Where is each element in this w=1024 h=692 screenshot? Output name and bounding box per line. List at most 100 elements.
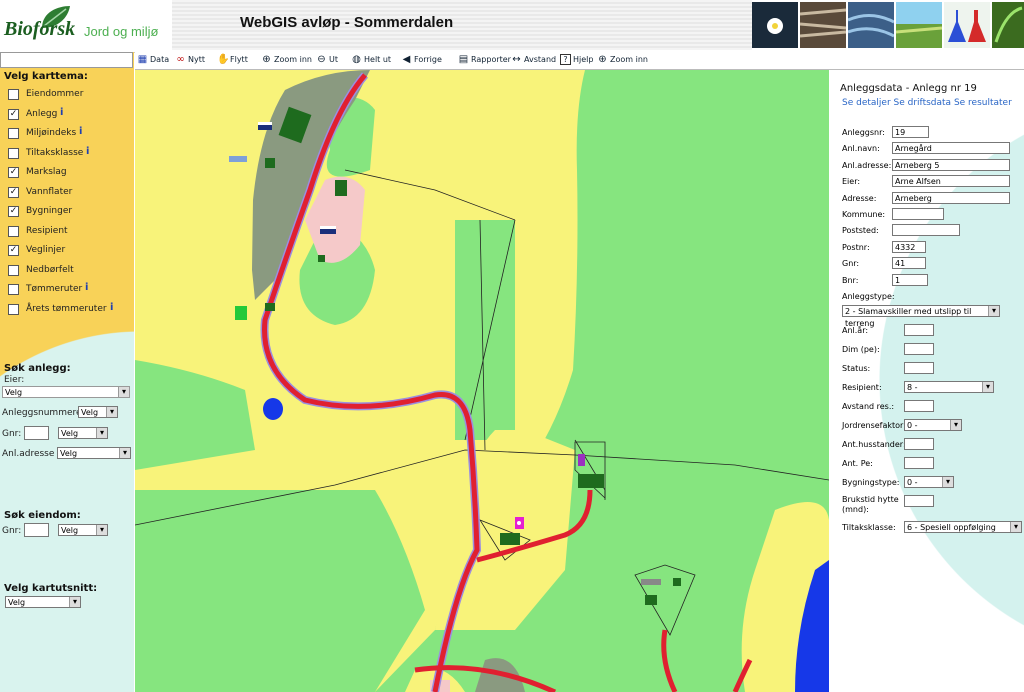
field-input[interactable]: 1 bbox=[892, 273, 928, 286]
type-label: Anleggstype: bbox=[842, 292, 895, 301]
building[interactable] bbox=[578, 474, 604, 488]
field-select[interactable]: 6 - Spesiell oppfølging bbox=[904, 521, 1022, 533]
type-select[interactable]: 2 - Slamavskiller med utslipp til terren… bbox=[842, 305, 1000, 328]
tool-label: Data bbox=[150, 55, 170, 64]
water-lily-photo-icon bbox=[752, 2, 798, 48]
tool-zoom-out-button[interactable]: ⊖ Ut bbox=[316, 54, 338, 65]
tool-label: Forrige bbox=[414, 55, 442, 64]
selected-facility-marker-icon[interactable] bbox=[515, 517, 524, 529]
theme-checkbox-markslag[interactable]: ✓ bbox=[8, 167, 19, 178]
field-label: Adresse: bbox=[842, 193, 877, 203]
field-input[interactable]: Arneberg 5 bbox=[892, 158, 1010, 171]
info-icon[interactable]: i bbox=[86, 146, 89, 157]
info-icon[interactable]: i bbox=[60, 107, 63, 118]
facility-marker-icon[interactable] bbox=[578, 454, 585, 466]
theme-checkbox-miljøindeks[interactable] bbox=[8, 128, 19, 139]
building[interactable] bbox=[500, 533, 520, 545]
gnr-select[interactable]: Velg bbox=[58, 427, 108, 439]
tool-report-button[interactable]: ▤ Rapporter bbox=[458, 54, 511, 65]
tool-pan-button[interactable]: ✋ Flytt bbox=[217, 54, 248, 65]
field-select[interactable]: 8 - bbox=[904, 381, 994, 393]
building[interactable] bbox=[335, 180, 347, 196]
theme-checkbox-bygninger[interactable]: ✓ bbox=[8, 206, 19, 217]
facility-marker-icon[interactable] bbox=[235, 306, 247, 320]
building[interactable] bbox=[318, 255, 325, 262]
info-icon[interactable]: i bbox=[85, 282, 88, 293]
property-gnr-input[interactable] bbox=[24, 523, 49, 537]
building[interactable] bbox=[645, 595, 657, 605]
building[interactable] bbox=[265, 158, 275, 168]
theme-checkbox-tiltaksklasse[interactable] bbox=[8, 147, 19, 159]
field-label: Anl.adresse: bbox=[842, 160, 892, 170]
tool-full-extent-button[interactable]: ◍ Helt ut bbox=[351, 54, 391, 65]
field-input[interactable] bbox=[904, 400, 934, 412]
theme-checkbox-eiendommer[interactable] bbox=[8, 89, 19, 100]
field-input[interactable] bbox=[904, 457, 934, 469]
tool-zoom-in-button[interactable]: ⊕ Zoom inn bbox=[261, 54, 312, 65]
field-input[interactable] bbox=[904, 343, 934, 355]
extent-select[interactable]: Velg bbox=[5, 596, 81, 608]
facility-number-select[interactable]: Velg bbox=[78, 406, 118, 418]
theme-checkbox-vannflater[interactable]: ✓ bbox=[8, 186, 19, 198]
gnr-input[interactable] bbox=[24, 426, 49, 440]
theme-label: Bygninger bbox=[26, 206, 73, 216]
themes-heading: Velg karttema: bbox=[4, 71, 88, 82]
tool-label: Helt ut bbox=[364, 55, 392, 64]
field-input[interactable] bbox=[892, 224, 960, 237]
tool-previous-button[interactable]: ◀ Forrige bbox=[401, 54, 442, 65]
link-results[interactable]: Se resultater bbox=[954, 98, 1012, 108]
owner-select[interactable]: Velg bbox=[2, 386, 130, 398]
app-header: Bioforsk Jord og miljø WebGIS avløp - So… bbox=[0, 0, 1024, 53]
facility-marker-icon[interactable] bbox=[229, 156, 247, 162]
field-input[interactable] bbox=[904, 495, 934, 507]
field-input[interactable]: 19 bbox=[892, 126, 929, 138]
info-icon[interactable]: i bbox=[110, 302, 113, 313]
field-input[interactable]: 4332 bbox=[892, 240, 926, 253]
tool-distance-button[interactable]: ↔ Avstand bbox=[511, 54, 556, 65]
link-details[interactable]: Se detaljer bbox=[842, 98, 891, 108]
theme-checkbox-resipient[interactable] bbox=[8, 225, 19, 237]
property-gnr-select[interactable]: Velg bbox=[58, 524, 108, 536]
field-input[interactable] bbox=[904, 362, 934, 374]
building[interactable] bbox=[673, 578, 681, 586]
link-operations[interactable]: Se driftsdata bbox=[894, 98, 952, 108]
tool-data-button[interactable]: ▦ Data bbox=[137, 54, 169, 65]
theme-checkbox-anlegg[interactable]: ✓ bbox=[8, 108, 19, 120]
theme-checkbox-tømmeruter[interactable] bbox=[8, 284, 19, 295]
tool-new-button[interactable]: ∞ Nytt bbox=[175, 54, 205, 65]
plant-photo-icon bbox=[992, 2, 1024, 48]
field-input[interactable] bbox=[892, 208, 944, 220]
field-select[interactable]: 0 - bbox=[904, 419, 962, 431]
field-input[interactable]: Arnegård bbox=[892, 142, 1010, 155]
theme-checkbox-veglinjer[interactable]: ✓ bbox=[8, 245, 19, 256]
facility-marker-icon[interactable] bbox=[641, 579, 661, 585]
field-label: Tiltaksklasse: bbox=[842, 523, 896, 532]
map-toolbar: ▦ Data ∞ Nytt ✋ Flytt ⊕ Zoom inn ⊖ Ut ◍ Helt u… bbox=[135, 52, 1024, 70]
info-icon[interactable]: i bbox=[79, 126, 82, 137]
theme-checkbox-nedbørfelt[interactable] bbox=[8, 264, 19, 276]
field-label: Ant. Pe: bbox=[842, 459, 873, 468]
facility-marker-icon[interactable] bbox=[258, 122, 272, 130]
field-input[interactable] bbox=[904, 438, 934, 450]
rock-photo-icon bbox=[800, 2, 846, 48]
field-input[interactable] bbox=[904, 324, 934, 336]
field-input[interactable]: Arne Alfsen bbox=[892, 175, 1010, 188]
field-label: Kommune: bbox=[842, 210, 886, 219]
printer-icon: ▤ bbox=[458, 54, 469, 65]
facility-marker-icon[interactable] bbox=[320, 226, 336, 234]
left-top-input[interactable] bbox=[0, 52, 133, 68]
building[interactable] bbox=[265, 303, 275, 311]
field-input[interactable]: Arneberg bbox=[892, 191, 1010, 204]
tool-zoom-in-2-button[interactable]: ⊕ Zoom inn bbox=[597, 54, 648, 65]
theme-checkbox-årets-tømmeruter[interactable] bbox=[8, 303, 19, 315]
map-canvas[interactable] bbox=[135, 70, 829, 692]
hand-icon: ✋ bbox=[217, 54, 230, 65]
tool-help-button[interactable]: ? Hjelp bbox=[560, 54, 593, 65]
map-svg[interactable] bbox=[135, 70, 829, 692]
address-select[interactable]: Velg bbox=[57, 447, 131, 459]
field-input[interactable]: 41 bbox=[892, 257, 926, 270]
left-panel: Velg karttema: Eiendommer ✓ Anlegg i Miljøin… bbox=[0, 52, 134, 692]
field-select[interactable]: 0 - bbox=[904, 476, 954, 488]
field-label: Postnr: bbox=[842, 242, 870, 252]
binoculars-icon: ∞ bbox=[176, 54, 185, 65]
